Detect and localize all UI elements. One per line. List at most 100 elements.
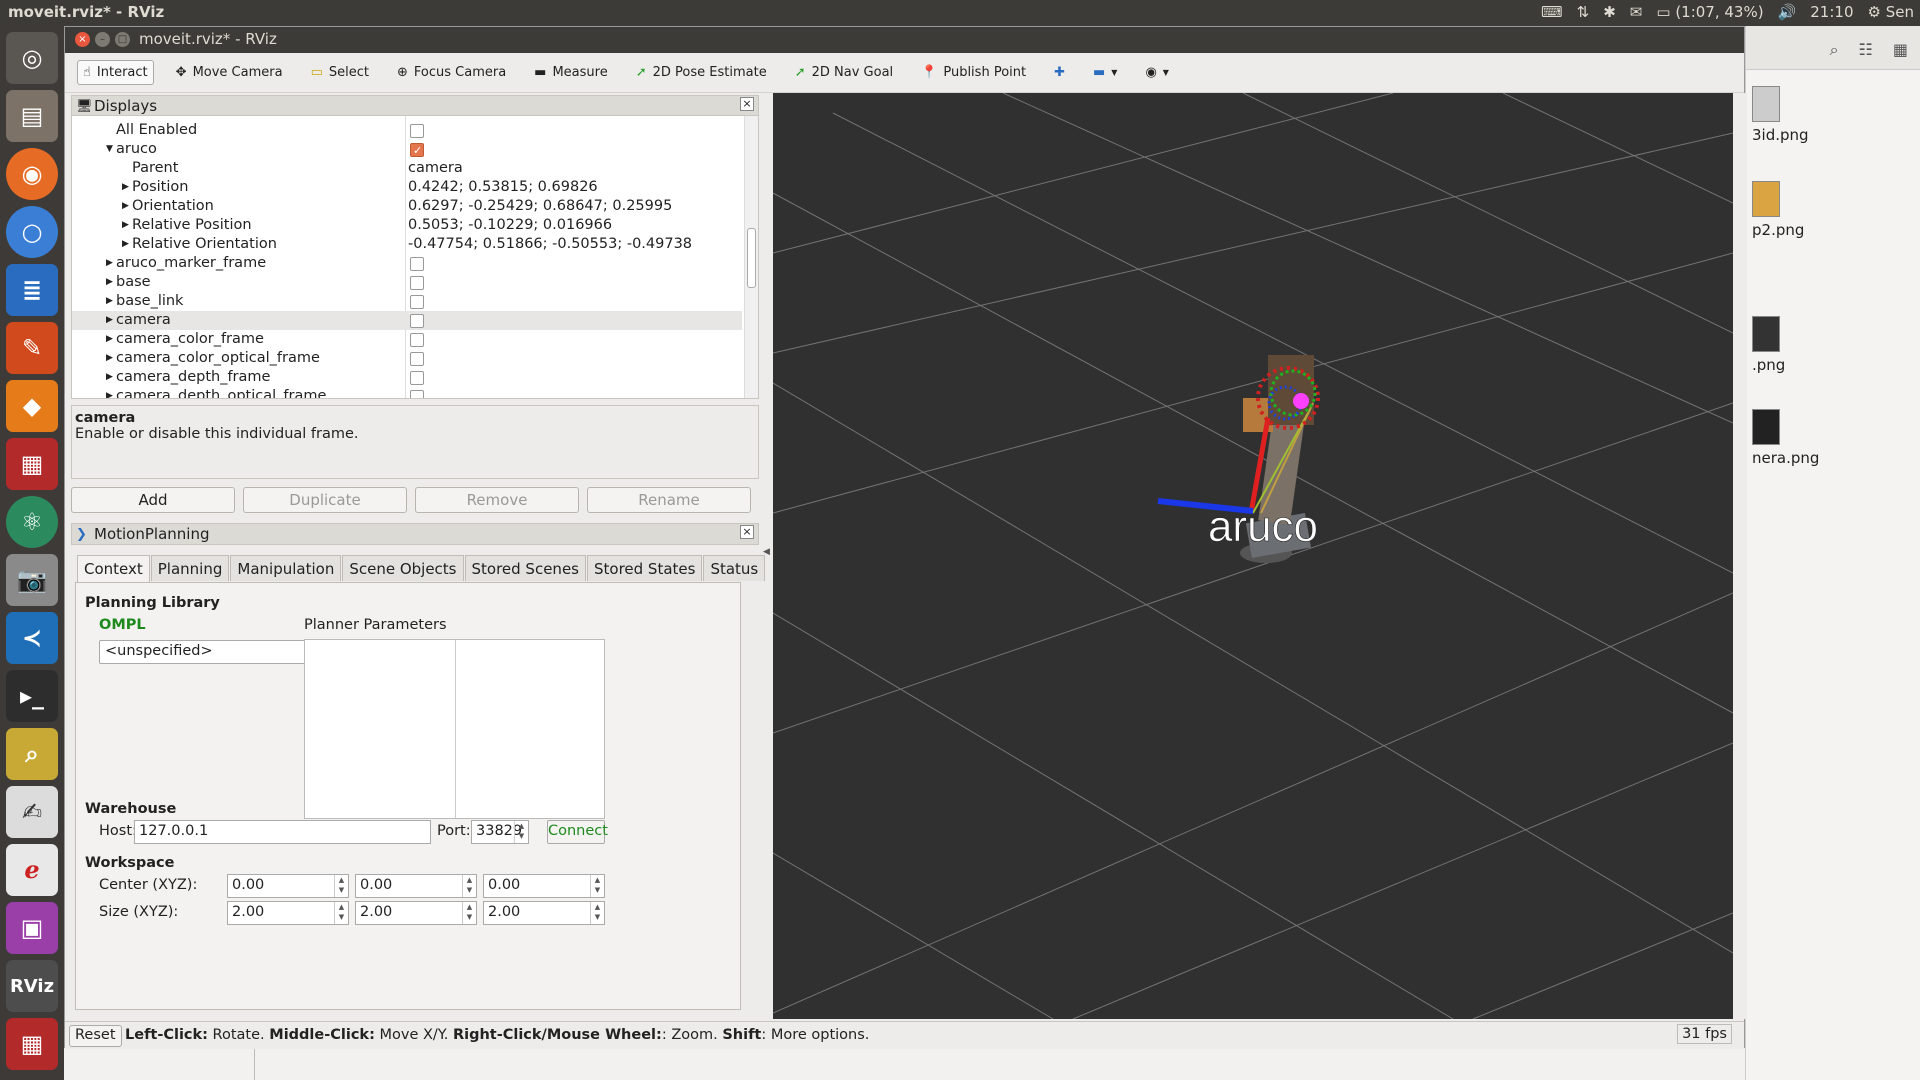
list-view-icon[interactable]: ☷ (1859, 40, 1873, 59)
tree-row[interactable]: ▶ Relative Orientation -0.47754; 0.51866; … (72, 235, 742, 254)
enable-checkbox[interactable] (410, 314, 424, 328)
center-x-field[interactable]: 0.00 ▲ ▼ (227, 874, 349, 898)
tree-row-value[interactable]: 0.6297; -0.25429; 0.68647; 0.25995 (408, 197, 672, 216)
tree-row[interactable]: ▶ camera_color_optical_frame (72, 349, 742, 368)
tab-stored-states[interactable]: Stored States (586, 555, 703, 581)
grid-view-icon[interactable]: ▦ (1893, 40, 1908, 59)
tree-row[interactable]: ▶ camera (72, 311, 742, 330)
tool-2d-nav-goal[interactable]: ➚ 2D Nav Goal (789, 60, 899, 85)
tree-row[interactable]: ▶ camera_depth_frame (72, 368, 742, 387)
clock[interactable]: 21:10 (1810, 3, 1853, 21)
close-panel-icon[interactable]: × (740, 97, 754, 111)
battery-indicator[interactable]: ▭ (1:07, 43%) (1656, 3, 1763, 21)
firefox-icon[interactable]: ◉ (6, 148, 58, 200)
tree-row[interactable]: ▶ Position 0.4242; 0.53815; 0.69826 (72, 178, 742, 197)
spin-arrows-icon[interactable]: ▲ ▼ (462, 875, 476, 897)
size-z-field[interactable]: 2.00 ▲ ▼ (483, 901, 605, 925)
tree-row-value[interactable]: -0.47754; 0.51866; -0.50553; -0.49738 (408, 235, 692, 254)
collapse-arrow-icon[interactable]: ▶ (122, 216, 129, 235)
mail-icon[interactable]: ✉ (1630, 3, 1643, 21)
settings-icon[interactable]: ✎ (6, 322, 58, 374)
minimize-icon[interactable]: – (95, 32, 110, 47)
image-viewer-icon[interactable]: ⌕ (6, 728, 58, 780)
displays-scrollbar[interactable] (744, 116, 758, 398)
tool-publish-point[interactable]: 📍 Publish Point (915, 60, 1032, 85)
tree-row[interactable]: ▶ camera_color_frame (72, 330, 742, 349)
panel-splitter[interactable]: ◀ (761, 93, 771, 1019)
enable-checkbox[interactable] (410, 352, 424, 366)
tree-row[interactable]: Parent camera (72, 159, 742, 178)
tool-select[interactable]: ▭ Select (305, 60, 375, 85)
enable-checkbox[interactable] (410, 371, 424, 385)
tool-move-camera[interactable]: ✥ Move Camera (170, 60, 289, 85)
tree-row[interactable]: ▶ Orientation 0.6297; -0.25429; 0.68647; 0… (72, 197, 742, 216)
writer-icon[interactable]: ≣ (6, 264, 58, 316)
tab-scene-objects[interactable]: Scene Objects (342, 555, 464, 581)
view-scrollbar[interactable] (1733, 93, 1747, 1019)
tree-row[interactable]: ▶ aruco_marker_frame (72, 254, 742, 273)
keyboard-icon[interactable]: ⌨ (1541, 3, 1563, 21)
spin-arrows-icon[interactable]: ▲ ▼ (590, 902, 604, 924)
reset-button[interactable]: Reset (69, 1025, 122, 1047)
enable-checkbox[interactable] (410, 276, 424, 290)
spin-arrows-icon[interactable]: ▲ ▼ (590, 875, 604, 897)
collapse-arrow-icon[interactable]: ▶ (122, 197, 129, 216)
tool-2d-pose-estimate[interactable]: ➚ 2D Pose Estimate (630, 60, 773, 85)
collapse-arrow-icon[interactable]: ▶ (106, 330, 113, 349)
tab-manipulation[interactable]: Manipulation (230, 555, 342, 581)
collapse-arrow-icon[interactable]: ▶ (106, 292, 113, 311)
collapse-arrow-icon[interactable]: ▶ (106, 311, 113, 330)
camera-app-icon[interactable]: 📷 (6, 554, 58, 606)
collapse-arrow-icon[interactable]: ▶ (106, 254, 113, 273)
file-item[interactable]: .png (1746, 316, 1920, 396)
close-panel-icon[interactable]: × (740, 525, 754, 539)
duplicate-button[interactable]: Duplicate (243, 487, 407, 513)
terminal-icon[interactable]: ▸_ (6, 670, 58, 722)
collapse-arrow-icon[interactable]: ▶ (106, 368, 113, 387)
size-x-field[interactable]: 2.00 ▲ ▼ (227, 901, 349, 925)
enable-checkbox[interactable] (410, 333, 424, 347)
enable-checkbox[interactable] (410, 390, 424, 398)
view-options-button[interactable]: ◉ ▼ (1139, 60, 1175, 85)
center-y-field[interactable]: 0.00 ▲ ▼ (355, 874, 477, 898)
enable-checkbox[interactable] (410, 295, 424, 309)
spin-arrows-icon[interactable]: ▲ ▼ (334, 902, 348, 924)
port-field[interactable]: 33829 ▲ ▼ (471, 820, 529, 844)
collapse-left-icon[interactable]: ◀ (763, 547, 770, 557)
bluetooth-icon[interactable]: ✱ (1603, 3, 1616, 21)
displays-tree[interactable]: All Enabled ▼ aruco ✓ Parent camera ▶ Position 0… (71, 115, 759, 399)
tree-row[interactable]: ▶ camera_depth_optical_frame (72, 387, 742, 398)
tree-row[interactable]: ▶ base_link (72, 292, 742, 311)
3d-render-view[interactable]: aruco (773, 93, 1747, 1019)
add-button[interactable]: Add (71, 487, 235, 513)
maximize-icon[interactable]: □ (115, 32, 130, 47)
collapse-arrow-icon[interactable]: ▶ (106, 349, 113, 368)
expand-arrow-icon[interactable]: ▼ (106, 140, 113, 159)
app-red-icon[interactable]: ▦ (6, 438, 58, 490)
tree-row-value[interactable]: camera (408, 159, 463, 178)
collapse-arrow-icon[interactable]: ▶ (122, 178, 129, 197)
chromium-icon[interactable]: ○ (6, 206, 58, 258)
tree-row[interactable]: ▶ Relative Position 0.5053; -0.10229; 0.01… (72, 216, 742, 235)
spin-arrows-icon[interactable]: ▲ ▼ (462, 902, 476, 924)
evince-icon[interactable]: ℯ (6, 844, 58, 896)
enable-checkbox[interactable] (410, 257, 424, 271)
tab-context[interactable]: Context (77, 555, 150, 583)
planner-parameters-table[interactable] (304, 639, 605, 819)
file-item[interactable]: 3id.png (1746, 86, 1920, 166)
host-field[interactable]: 127.0.0.1 (134, 820, 431, 844)
ubuntu-dash-icon[interactable]: ◎ (6, 32, 58, 84)
atom-icon[interactable]: ⚛ (6, 496, 58, 548)
collapse-arrow-icon[interactable]: ▶ (122, 235, 129, 254)
tree-row-value[interactable]: 0.4242; 0.53815; 0.69826 (408, 178, 598, 197)
app-red-2-icon[interactable]: ▦ (6, 1018, 58, 1070)
workspaces-icon[interactable]: ▣ (6, 902, 58, 954)
size-y-field[interactable]: 2.00 ▲ ▼ (355, 901, 477, 925)
spin-arrows-icon[interactable]: ▲ ▼ (514, 821, 528, 843)
tree-row[interactable]: ▶ base (72, 273, 742, 292)
rename-button[interactable]: Rename (587, 487, 751, 513)
close-icon[interactable]: × (75, 32, 90, 47)
tab-stored-scenes[interactable]: Stored Scenes (464, 555, 586, 581)
spin-arrows-icon[interactable]: ▲ ▼ (334, 875, 348, 897)
sublime-icon[interactable]: ◆ (6, 380, 58, 432)
